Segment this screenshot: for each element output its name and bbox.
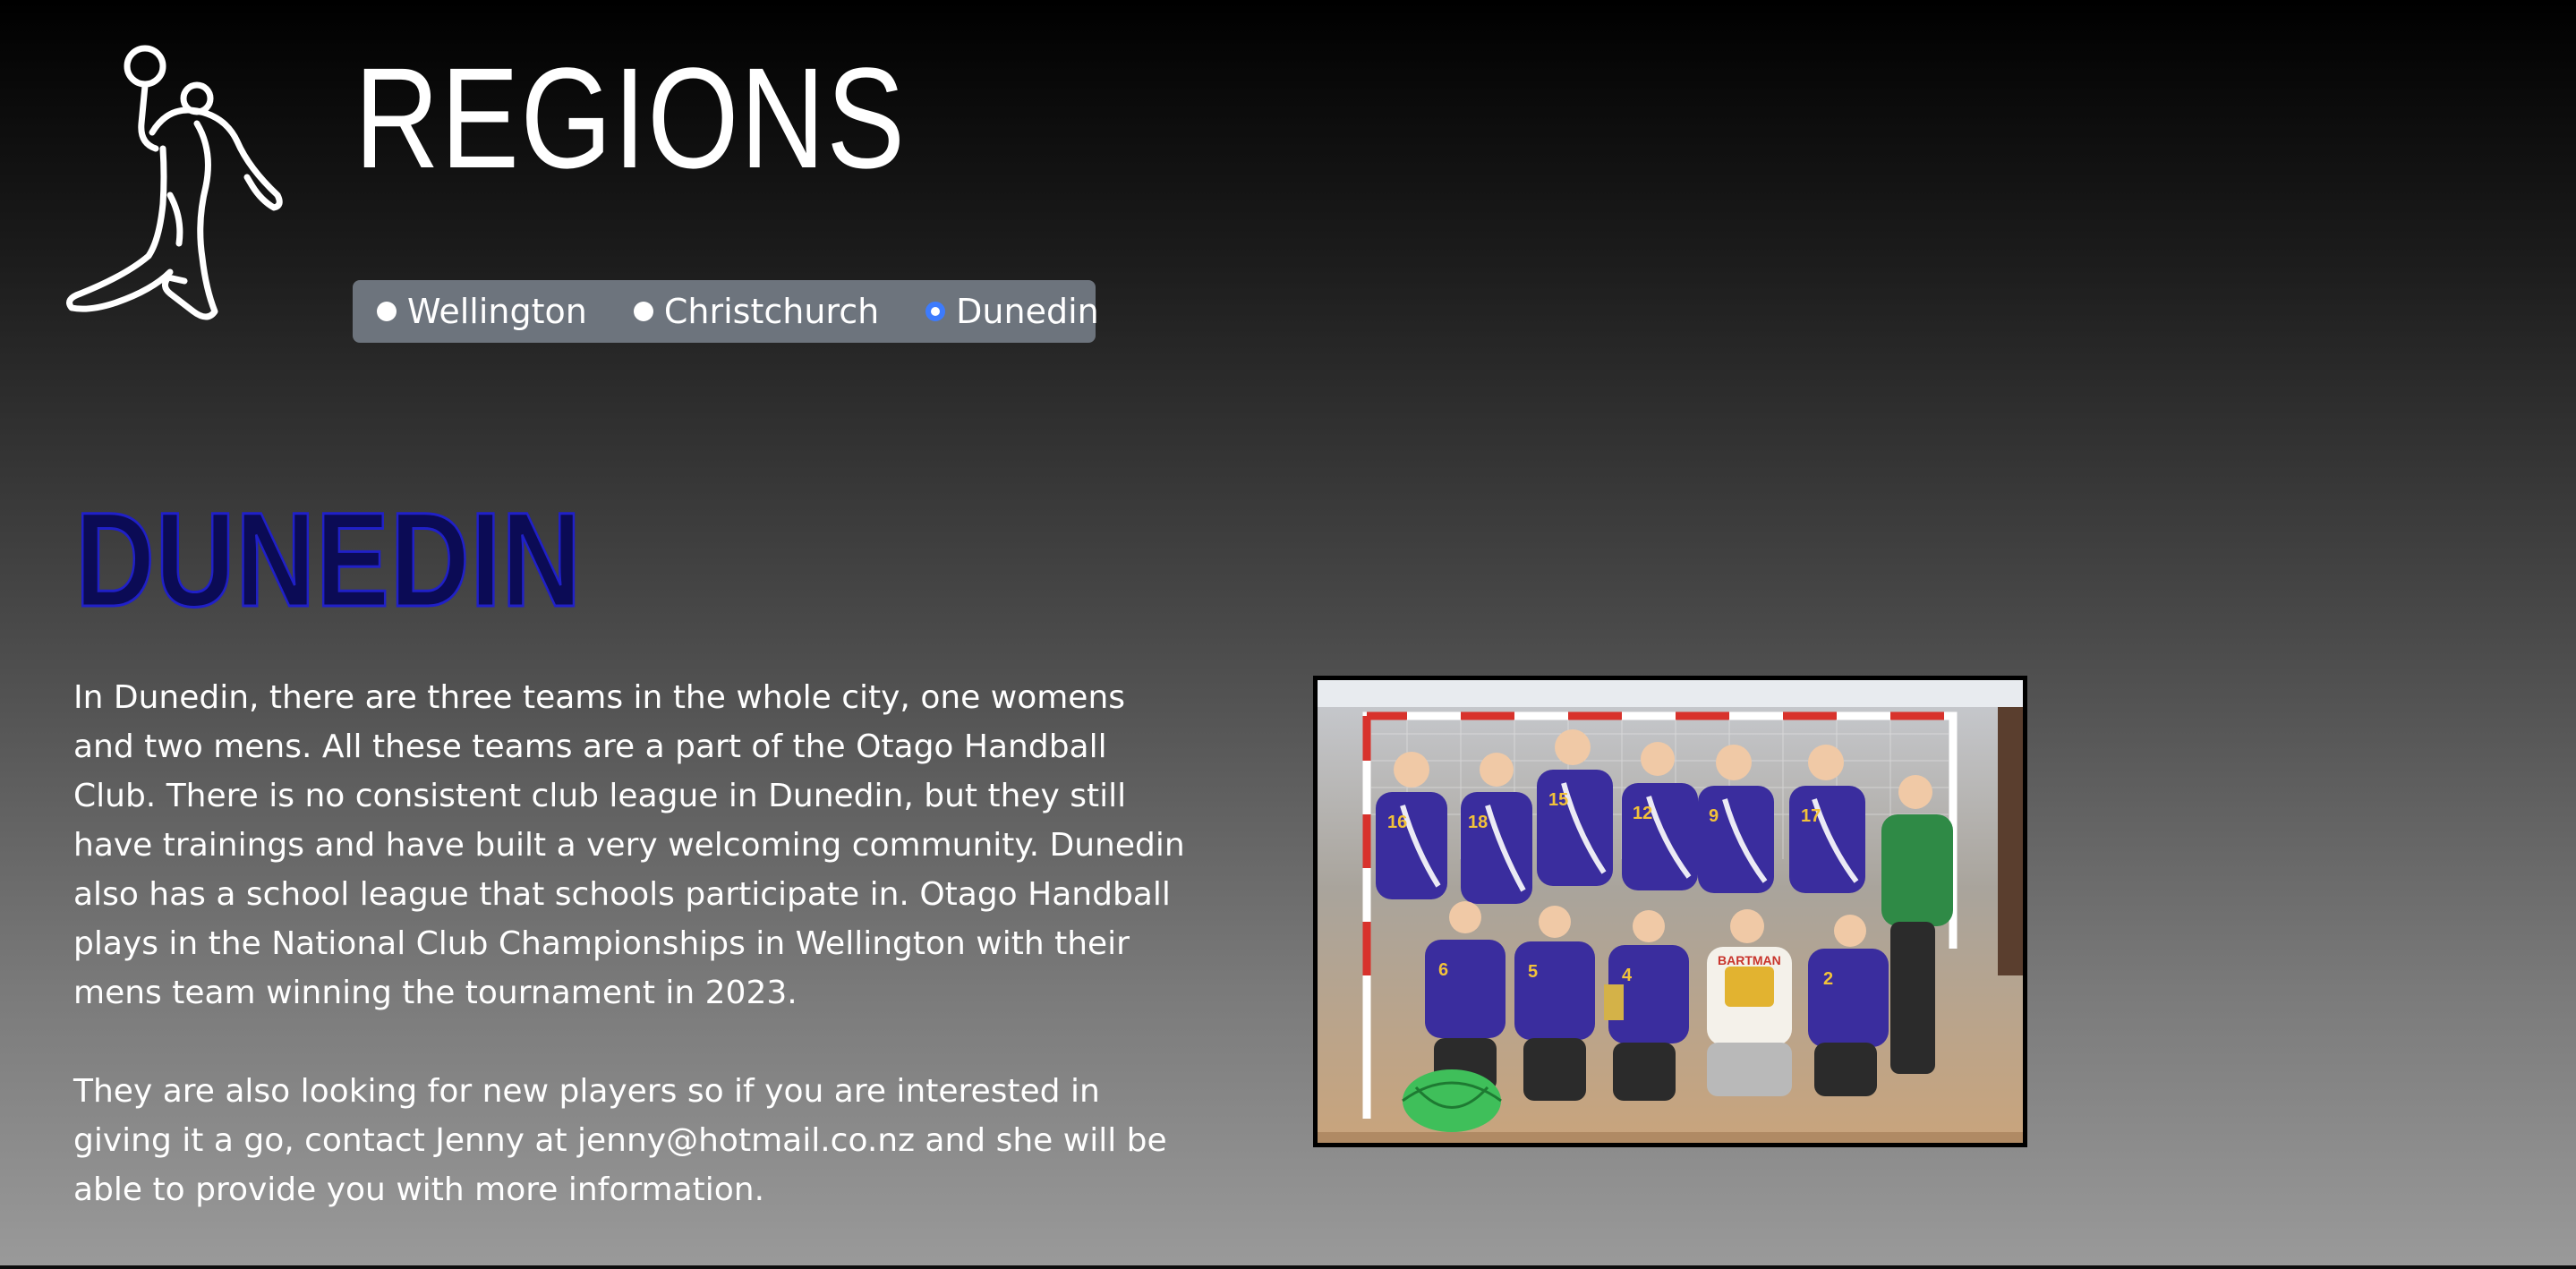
description-paragraph: In Dunedin, there are three teams in the… [73, 679, 1185, 1011]
team-photo: 16 18 15 12 9 17 6 5 4 2 BARTMAN [1313, 676, 2027, 1147]
jersey-number: 2 [1823, 969, 1833, 989]
region-option-label: Dunedin [956, 292, 1099, 331]
radio-button-christchurch[interactable] [633, 302, 653, 321]
region-option-wellington[interactable]: Wellington [377, 294, 587, 328]
region-option-label: Wellington [407, 292, 587, 331]
region-option-christchurch[interactable]: Christchurch [633, 292, 880, 331]
page-title: REGIONS [354, 38, 907, 198]
jersey-number: 9 [1709, 806, 1719, 826]
jersey-number: 18 [1468, 813, 1488, 832]
jersey-number: 5 [1528, 962, 1538, 982]
description-paragraph: They are also looking for new players so… [73, 1073, 1167, 1208]
jersey-number: 4 [1622, 966, 1633, 985]
radio-button-dunedin[interactable] [925, 302, 946, 321]
shirt-print-text: BARTMAN [1718, 953, 1781, 967]
jersey-number: 17 [1801, 806, 1821, 826]
jersey-number: 15 [1548, 790, 1568, 810]
radio-button-wellington[interactable] [377, 302, 397, 321]
jersey-number: 12 [1633, 804, 1652, 823]
jersey-number: 6 [1438, 960, 1448, 980]
region-radio-group: Wellington Christchurch Dunedin [353, 280, 1099, 343]
section-heading: DUNEDIN [74, 484, 583, 634]
bottom-border [0, 1265, 2576, 1269]
region-description: In Dunedin, there are three teams in the… [73, 673, 1192, 1264]
region-option-label: Christchurch [663, 292, 880, 331]
jersey-number: 16 [1387, 813, 1407, 832]
handball-player-logo-icon [63, 43, 304, 347]
region-option-dunedin[interactable]: Dunedin [925, 294, 1099, 328]
